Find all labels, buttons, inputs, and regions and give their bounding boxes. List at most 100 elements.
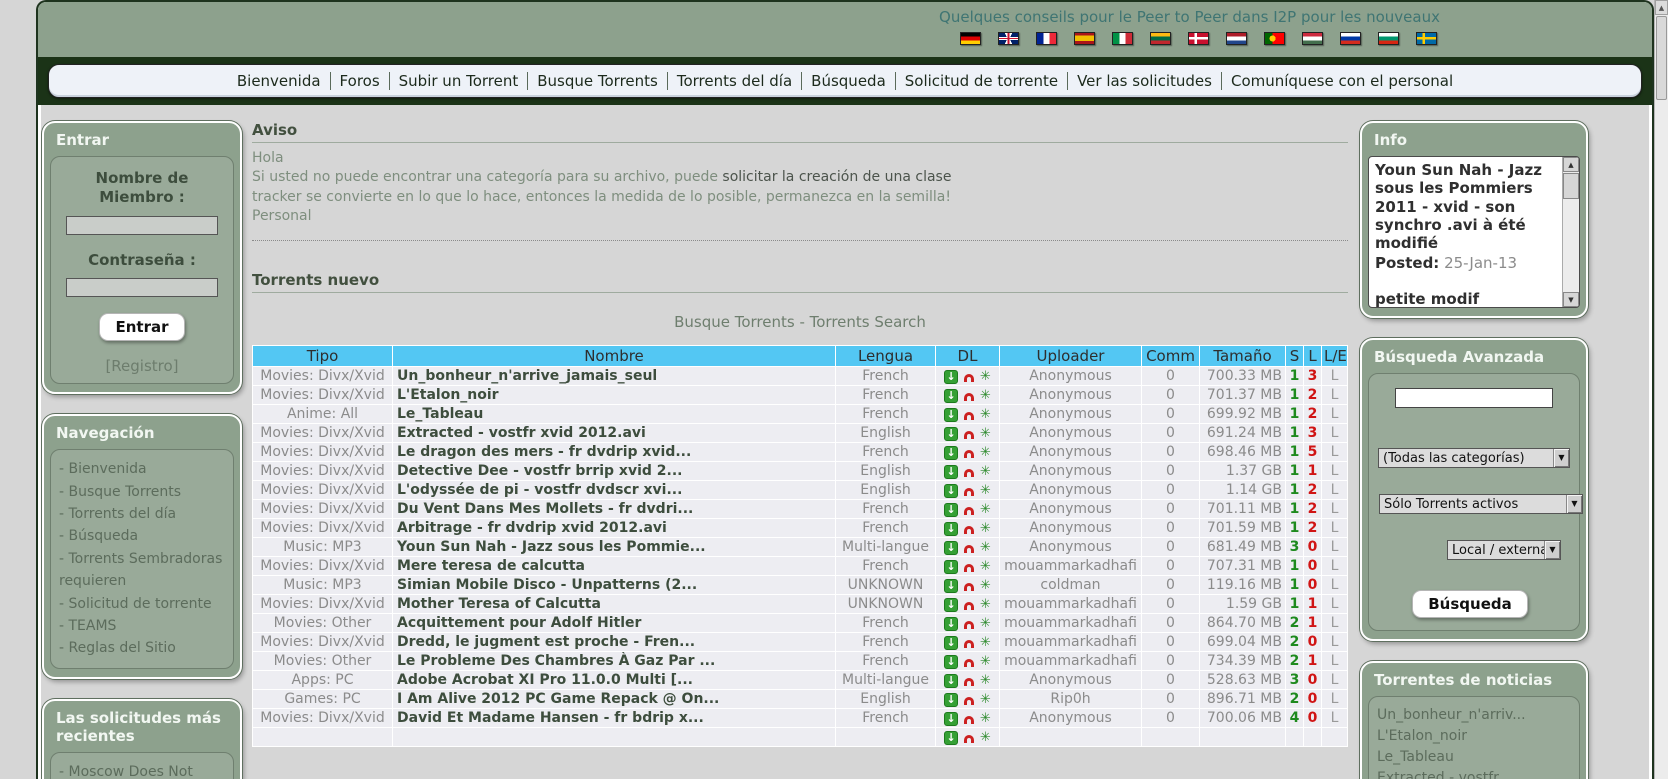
- magnet-link[interactable]: [962, 446, 976, 460]
- country-flag-icon[interactable]: [1340, 32, 1361, 45]
- magnet-link[interactable]: [962, 427, 976, 441]
- sidebar-nav-link[interactable]: - TEAMS: [59, 615, 225, 637]
- torrent-name-link[interactable]: Simian Mobile Disco - Unpatterns (2...: [392, 575, 836, 596]
- torrent-category[interactable]: [252, 727, 393, 748]
- torrent-category[interactable]: Games: PC: [252, 689, 393, 710]
- torrent-category[interactable]: Movies: Divx/Xvid: [252, 461, 393, 482]
- sidebar-nav-link[interactable]: - Reglas del Sitio: [59, 637, 225, 659]
- torrent-name-link[interactable]: Adobe Acrobat XI Pro 11.0.0 Multi [...: [392, 670, 836, 691]
- scroll-down-icon[interactable]: [1563, 292, 1579, 307]
- announce-icon[interactable]: [980, 693, 991, 707]
- active-torrents-select[interactable]: Sólo Torrents activos: [1379, 494, 1583, 514]
- magnet-link[interactable]: [962, 636, 976, 650]
- download-icon[interactable]: [944, 465, 959, 480]
- torrent-name-link[interactable]: Extracted - vostfr xvid 2012.avi: [392, 423, 836, 444]
- announce-icon[interactable]: [980, 617, 991, 631]
- news-torrent-link[interactable]: Un_bonheur_n'arriv...: [1377, 705, 1571, 726]
- news-torrent-link[interactable]: L'Etalon_noir: [1377, 726, 1571, 747]
- magnet-link[interactable]: [962, 408, 976, 422]
- torrent-category[interactable]: Movies: Divx/Xvid: [252, 442, 393, 463]
- magnet-link[interactable]: [962, 484, 976, 498]
- torrent-category[interactable]: Movies: Divx/Xvid: [252, 594, 393, 615]
- torrent-name-link[interactable]: Acquittement pour Adolf Hitler: [392, 613, 836, 634]
- torrent-name-link[interactable]: Le_Tableau: [392, 404, 836, 425]
- country-flag-icon[interactable]: [1150, 32, 1171, 45]
- magnet-link[interactable]: [962, 370, 976, 384]
- torrent-name-link[interactable]: Du Vent Dans Mes Mollets - fr dvdri...: [392, 499, 836, 520]
- torrent-category[interactable]: Movies: Divx/Xvid: [252, 385, 393, 406]
- sidebar-nav-link[interactable]: - Búsqueda: [59, 525, 225, 547]
- announce-icon[interactable]: [980, 560, 991, 574]
- torrent-name-link[interactable]: Detective Dee - vostfr brrip xvid 2...: [392, 461, 836, 482]
- country-flag-icon[interactable]: [998, 32, 1019, 45]
- torrent-category[interactable]: Movies: Other: [252, 613, 393, 634]
- download-icon[interactable]: [944, 579, 959, 594]
- magnet-link[interactable]: [962, 389, 976, 403]
- magnet-link[interactable]: [962, 541, 976, 555]
- scope-select[interactable]: Local / externa: [1447, 540, 1561, 560]
- announce-icon[interactable]: [980, 731, 991, 745]
- torrent-category[interactable]: Apps: PC: [252, 670, 393, 691]
- nav-menu-item[interactable]: Busque Torrents: [527, 72, 667, 90]
- scroll-up-icon[interactable]: [1563, 157, 1579, 172]
- sidebar-nav-link[interactable]: - Torrents Sembradoras requieren: [59, 548, 225, 593]
- register-link[interactable]: [Registro]: [59, 357, 225, 375]
- announce-icon[interactable]: [980, 674, 991, 688]
- torrent-category[interactable]: Movies: Other: [252, 651, 393, 672]
- torrent-category[interactable]: Movies: Divx/Xvid: [252, 708, 393, 729]
- magnet-link[interactable]: [962, 522, 976, 536]
- search-button[interactable]: Búsqueda: [1412, 590, 1528, 618]
- username-field[interactable]: [66, 215, 218, 235]
- request-link[interactable]: - Moscow Does Not Be... in Movies: DVD: [59, 761, 225, 779]
- country-flag-icon[interactable]: [1226, 32, 1247, 45]
- page-scrollbar[interactable]: [1654, 0, 1668, 779]
- download-icon[interactable]: [944, 636, 959, 651]
- sidebar-nav-link[interactable]: - Torrents del día: [59, 503, 225, 525]
- download-icon[interactable]: [944, 446, 959, 461]
- torrent-name-link[interactable]: Arbitrage - fr dvdrip xvid 2012.avi: [392, 518, 836, 539]
- magnet-link[interactable]: [962, 731, 976, 745]
- download-icon[interactable]: [944, 712, 959, 727]
- announce-icon[interactable]: [980, 598, 991, 612]
- nav-menu-item[interactable]: Comuníquese con el personal: [1220, 72, 1462, 90]
- sidebar-nav-link[interactable]: - Busque Torrents: [59, 481, 225, 503]
- download-icon[interactable]: [944, 408, 959, 423]
- chevron-down-icon[interactable]: [1566, 495, 1582, 513]
- announce-icon[interactable]: [980, 636, 991, 650]
- nav-menu-item[interactable]: Ver las solicitudes: [1067, 72, 1221, 90]
- country-flag-icon[interactable]: [1036, 32, 1057, 45]
- nav-menu-item[interactable]: Foros: [329, 72, 389, 90]
- country-flag-icon[interactable]: [1416, 32, 1437, 45]
- country-flag-icon[interactable]: [1378, 32, 1399, 45]
- torrent-name-link[interactable]: Le dragon des mers - fr dvdrip xvid...: [392, 442, 836, 463]
- magnet-link[interactable]: [962, 655, 976, 669]
- chevron-down-icon[interactable]: [1544, 541, 1560, 559]
- country-flag-icon[interactable]: [1264, 32, 1285, 45]
- torrent-name-link[interactable]: David Et Madame Hansen - fr bdrip x...: [392, 708, 836, 729]
- announce-icon[interactable]: [980, 484, 991, 498]
- password-field[interactable]: [66, 278, 218, 298]
- news-torrent-link[interactable]: Le_Tableau: [1377, 747, 1571, 768]
- torrent-name-link[interactable]: Mother Teresa of Calcutta: [392, 594, 836, 615]
- download-icon[interactable]: [944, 731, 959, 746]
- magnet-link[interactable]: [962, 674, 976, 688]
- nav-menu-item[interactable]: Subir un Torrent: [388, 72, 528, 90]
- magnet-link[interactable]: [962, 503, 976, 517]
- download-icon[interactable]: [944, 427, 959, 442]
- nav-menu-item[interactable]: Búsqueda: [801, 72, 895, 90]
- magnet-link[interactable]: [962, 560, 976, 574]
- torrent-name-link[interactable]: Un_bonheur_n'arrive_jamais_seul: [392, 366, 836, 387]
- announce-icon[interactable]: [980, 541, 991, 555]
- torrent-category[interactable]: Movies: Divx/Xvid: [252, 480, 393, 501]
- magnet-link[interactable]: [962, 712, 976, 726]
- nav-menu-item[interactable]: Bienvenida: [228, 72, 330, 90]
- magnet-link[interactable]: [962, 465, 976, 479]
- magnet-link[interactable]: [962, 693, 976, 707]
- country-flag-icon[interactable]: [1074, 32, 1095, 45]
- country-flag-icon[interactable]: [1188, 32, 1209, 45]
- torrent-name-link[interactable]: Youn Sun Nah - Jazz sous les Pommie...: [392, 537, 836, 558]
- news-torrent-link[interactable]: Extracted - vostfr...: [1377, 768, 1571, 779]
- torrent-name-link[interactable]: Le Probleme Des Chambres À Gaz Par ...: [392, 651, 836, 672]
- download-icon[interactable]: [944, 598, 959, 613]
- torrent-category[interactable]: Movies: Divx/Xvid: [252, 499, 393, 520]
